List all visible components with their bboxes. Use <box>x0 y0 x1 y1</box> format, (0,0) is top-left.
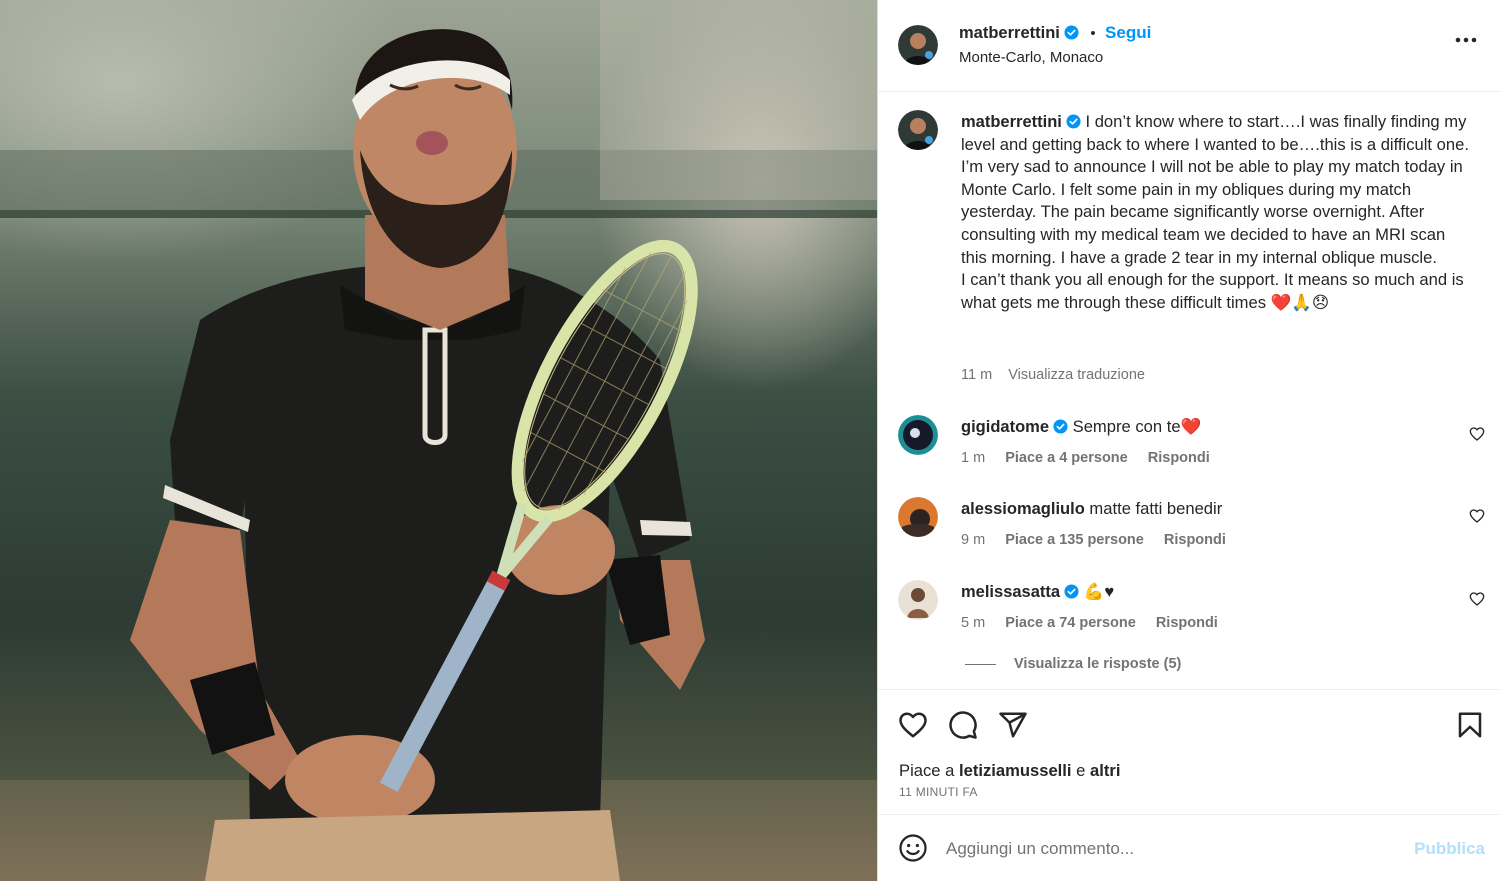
comment-like-heart-icon[interactable] <box>1469 508 1485 524</box>
tennis-player-illustration <box>0 0 877 881</box>
emoji-icon[interactable] <box>898 833 928 863</box>
comment-meta: 5 m Piace a 74 persone Rispondi <box>961 615 1234 631</box>
comment-text: Sempre con te❤️ <box>1072 417 1202 436</box>
likes-summary: Piace a letiziamusselli e altri <box>899 761 1120 781</box>
translate-button[interactable]: Visualizza traduzione <box>1008 367 1145 383</box>
likes-and: e <box>1076 761 1086 780</box>
heart-icon[interactable] <box>898 710 928 740</box>
share-icon[interactable] <box>998 710 1028 740</box>
comment-text-line: melissasatta 💪♥ <box>961 582 1114 602</box>
post-sidebar: matberrettini • Segui Monte-Carlo, Monac… <box>878 0 1501 881</box>
comment-time[interactable]: 5 m <box>961 615 985 631</box>
caption-time[interactable]: 11 m <box>961 367 992 383</box>
comment-username[interactable]: melissasatta <box>961 583 1060 601</box>
likes-others[interactable]: altri <box>1090 761 1120 780</box>
comment-text-line: gigidatome Sempre con te❤️ <box>961 417 1201 437</box>
comment-likes[interactable]: Piace a 135 persone <box>1005 532 1144 548</box>
comment-username[interactable]: gigidatome <box>961 418 1049 436</box>
post-actions: Piace a letiziamusselli e altri 11 MINUT… <box>878 689 1501 814</box>
follow-button[interactable]: Segui <box>1105 23 1151 42</box>
likes-prefix: Piace a <box>899 761 955 780</box>
commenter-avatar[interactable] <box>898 580 938 620</box>
more-options-icon[interactable] <box>1455 36 1477 44</box>
reply-button[interactable]: Rispondi <box>1148 450 1210 466</box>
comment-time[interactable]: 9 m <box>961 532 985 548</box>
likes-user[interactable]: letiziamusselli <box>959 761 1072 780</box>
publish-button[interactable]: Pubblica <box>1414 839 1485 859</box>
caption-meta: 11 m Visualizza traduzione <box>961 367 1145 383</box>
caption-line-3: I can’t thank you all enough for the sup… <box>961 270 1464 312</box>
comment-meta: 1 m Piace a 4 persone Rispondi <box>961 450 1226 466</box>
comment-text-line: alessiomagliulo matte fatti benedir <box>961 499 1222 519</box>
comment-like-heart-icon[interactable] <box>1469 591 1485 607</box>
commenter-avatar[interactable] <box>898 415 938 455</box>
author-username[interactable]: matberrettini <box>959 24 1060 42</box>
verified-badge-icon <box>1053 419 1068 434</box>
post-caption: matberrettini I don’t know where to star… <box>961 111 1471 314</box>
reply-button[interactable]: Rispondi <box>1156 615 1218 631</box>
replies-line <box>965 663 996 665</box>
comment-like-heart-icon[interactable] <box>1469 426 1485 442</box>
reply-button[interactable]: Rispondi <box>1164 532 1226 548</box>
caption-line-2: I’m very sad to announce I will not be a… <box>961 157 1463 267</box>
view-replies-button[interactable]: Visualizza le risposte (5) <box>965 656 1181 672</box>
comment-username[interactable]: alessiomagliulo <box>961 500 1085 518</box>
comment-text: 💪♥ <box>1083 582 1115 601</box>
header-separator: • <box>1090 25 1096 42</box>
commenter-avatar[interactable] <box>898 497 938 537</box>
comment-meta: 9 m Piace a 135 persone Rispondi <box>961 532 1242 548</box>
view-replies-label: Visualizza le risposte (5) <box>1014 656 1182 672</box>
bookmark-icon[interactable] <box>1455 710 1485 740</box>
comment-icon[interactable] <box>948 710 978 740</box>
comment-composer: Pubblica <box>878 814 1501 881</box>
caption-username[interactable]: matberrettini <box>961 113 1062 131</box>
comment-input[interactable] <box>946 835 1396 863</box>
post-header: matberrettini • Segui Monte-Carlo, Monac… <box>878 0 1501 92</box>
comment-likes[interactable]: Piace a 4 persone <box>1005 450 1128 466</box>
verified-badge-icon <box>1064 25 1079 40</box>
comment-time[interactable]: 1 m <box>961 450 985 466</box>
comment-likes[interactable]: Piace a 74 persone <box>1005 615 1136 631</box>
caption-author-avatar[interactable] <box>898 110 938 150</box>
author-avatar[interactable] <box>898 25 938 65</box>
post-photo[interactable] <box>0 0 877 881</box>
post-location[interactable]: Monte-Carlo, Monaco <box>959 49 1103 66</box>
verified-badge-icon <box>1064 584 1079 599</box>
comment-text: matte fatti benedir <box>1089 499 1223 518</box>
verified-badge-icon <box>1066 114 1081 129</box>
instagram-post-modal: matberrettini • Segui Monte-Carlo, Monac… <box>0 0 1501 881</box>
post-timestamp[interactable]: 11 MINUTI FA <box>899 785 978 799</box>
header-user-line: matberrettini • Segui <box>959 23 1151 43</box>
